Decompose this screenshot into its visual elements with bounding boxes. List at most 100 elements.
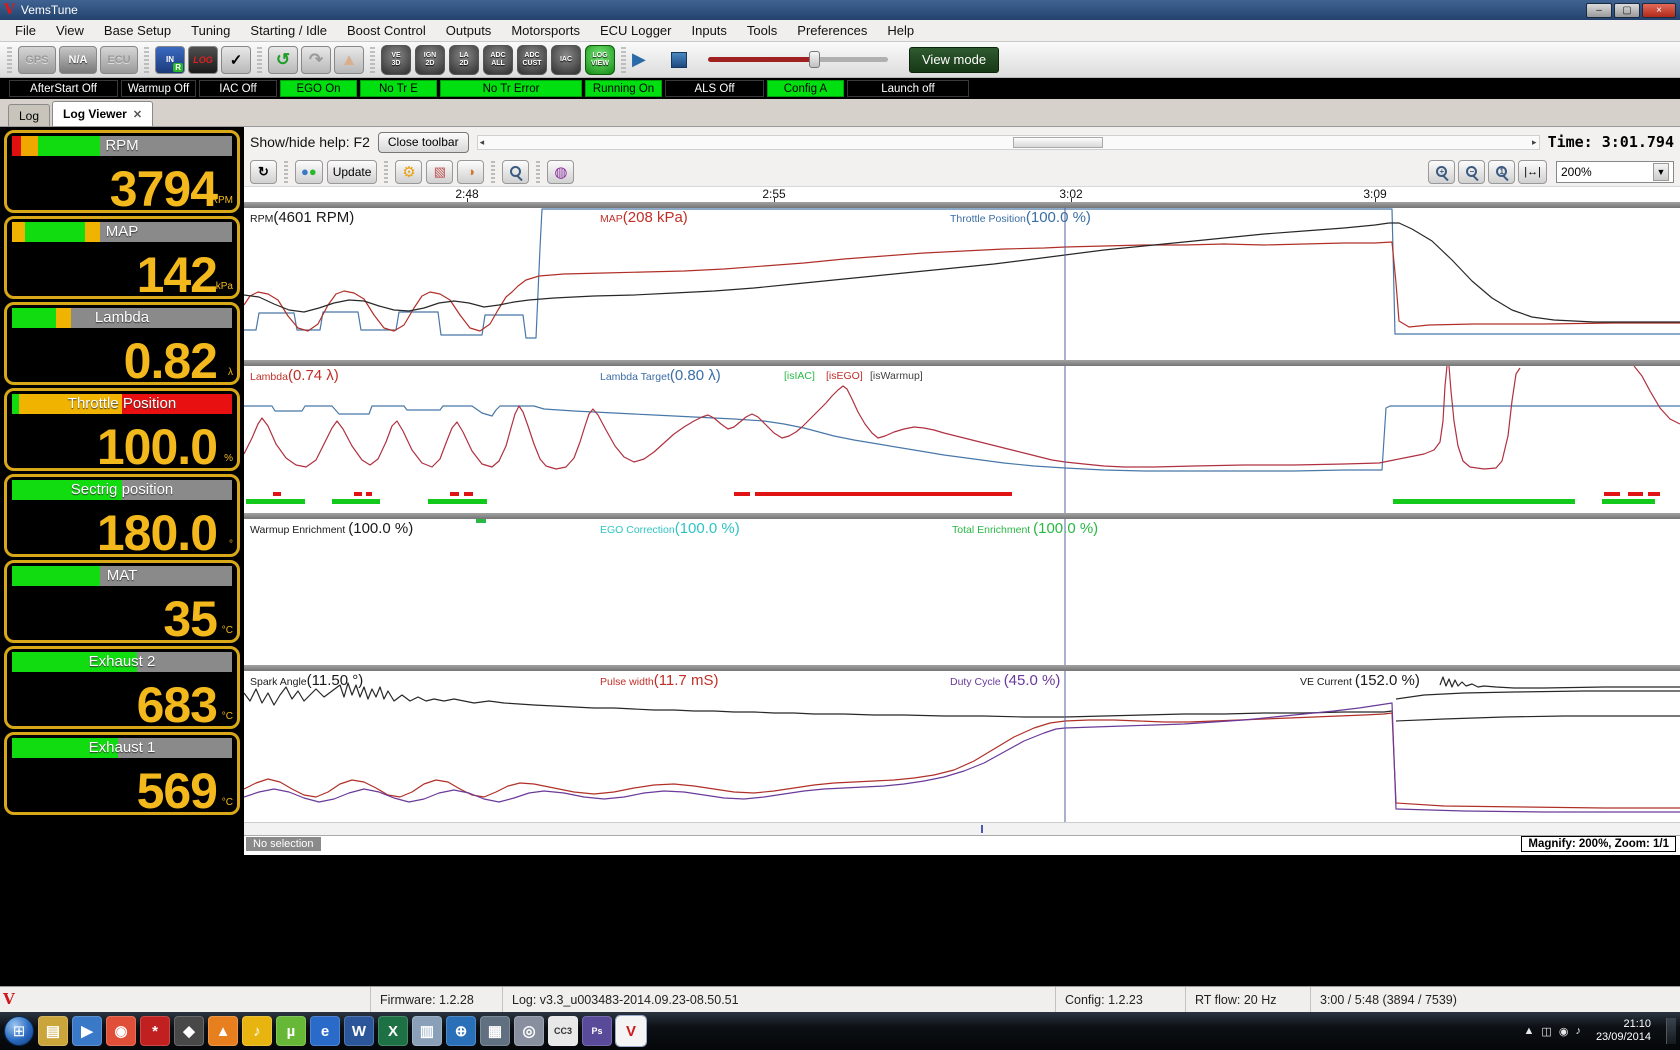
vems-logo-icon: V bbox=[4, 2, 15, 18]
menu-item-motorsports[interactable]: Motorsports bbox=[502, 21, 589, 40]
excel-icon[interactable]: X bbox=[378, 1016, 408, 1046]
ccc-icon[interactable]: CC3 bbox=[548, 1016, 578, 1046]
zoom-reset-button[interactable]: 1 bbox=[1488, 160, 1515, 184]
chart-panel-1[interactable]: RPM(4601 RPM)MAP(208 kPa)Throttle Positi… bbox=[244, 208, 1680, 360]
palette-button[interactable]: ◑ bbox=[457, 160, 484, 184]
media-player-icon[interactable]: ▶ bbox=[72, 1016, 102, 1046]
menu-item-ecu-logger[interactable]: ECU Logger bbox=[591, 21, 681, 40]
menu-item-boost-control[interactable]: Boost Control bbox=[338, 21, 435, 40]
knob-adc-cust[interactable]: ADCCUST bbox=[517, 45, 547, 75]
status-afterstart-off[interactable]: AfterStart Off bbox=[9, 80, 118, 97]
menu-item-preferences[interactable]: Preferences bbox=[788, 21, 876, 40]
vemstune-window: V VemsTune – ▢ × FileViewBase SetupTunin… bbox=[0, 0, 1680, 1050]
scroll-right-icon[interactable]: ▸ bbox=[1532, 137, 1537, 148]
knob-adc-all[interactable]: ADCALL bbox=[483, 45, 513, 75]
zoom-out-button[interactable]: − bbox=[1458, 160, 1485, 184]
tray-window-icon[interactable]: ◫ bbox=[1541, 1025, 1551, 1038]
menu-item-tuning[interactable]: Tuning bbox=[182, 21, 239, 40]
title-bar[interactable]: V VemsTune – ▢ × bbox=[0, 0, 1680, 20]
status-ego-on[interactable]: EGO On bbox=[280, 80, 357, 97]
input-reader-icon[interactable]: INR bbox=[155, 46, 185, 74]
download-button[interactable]: ◍ bbox=[547, 160, 574, 184]
close-button[interactable]: × bbox=[1642, 3, 1676, 18]
browser-e-icon[interactable]: e bbox=[310, 1016, 340, 1046]
menu-item-starting-idle[interactable]: Starting / Idle bbox=[241, 21, 336, 40]
taskbar-clock[interactable]: 21:10 23/09/2014 bbox=[1596, 1018, 1651, 1044]
check-icon[interactable]: ✓ bbox=[221, 46, 251, 74]
chart-panel-2[interactable]: Lambda(0.74 λ)Lambda Target(0.80 λ)[isIA… bbox=[244, 366, 1680, 513]
wot-icon[interactable]: ◆ bbox=[174, 1016, 204, 1046]
menu-item-inputs[interactable]: Inputs bbox=[683, 21, 736, 40]
status-iac-off[interactable]: IAC Off bbox=[199, 80, 277, 97]
play-button[interactable]: ▶ bbox=[632, 49, 660, 70]
tray-volume-icon[interactable]: ♪ bbox=[1575, 1025, 1581, 1037]
show-desktop-button[interactable] bbox=[1666, 1018, 1676, 1044]
start-button[interactable]: ⊞ bbox=[4, 1016, 34, 1046]
chart-panel-4[interactable]: Spark Angle(11.50 °)Pulse width(11.7 mS)… bbox=[244, 671, 1680, 822]
toolbar-button-n-a[interactable]: N/A bbox=[59, 46, 97, 74]
menu-item-file[interactable]: File bbox=[6, 21, 45, 40]
knob-log-view[interactable]: LOGVIEW bbox=[585, 45, 615, 75]
reload-icon[interactable]: ↺ bbox=[268, 46, 298, 74]
status-no-tr-e[interactable]: No Tr E bbox=[360, 80, 437, 97]
trace-label-pulse-width: Pulse width(11.7 mS) bbox=[600, 672, 718, 689]
zoom-in-button[interactable]: + bbox=[1428, 160, 1455, 184]
main-area: RPM3794RPMMAP142kPaLambda0.82λThrottle P… bbox=[0, 127, 1680, 986]
status-launch-off[interactable]: Launch off bbox=[847, 80, 969, 97]
vemstune-icon[interactable]: V bbox=[616, 1016, 646, 1046]
tray-network-icon[interactable]: ◉ bbox=[1559, 1025, 1569, 1038]
update-button[interactable]: Update bbox=[327, 160, 378, 184]
horizontal-scrollbar[interactable]: ◂ ▸ bbox=[477, 135, 1540, 150]
gauge-unit: ° bbox=[229, 539, 233, 550]
status-config-a[interactable]: Config A bbox=[767, 80, 844, 97]
explorer-icon[interactable]: ▤ bbox=[38, 1016, 68, 1046]
close-toolbar-button[interactable]: Close toolbar bbox=[378, 132, 469, 153]
zoom-fit-button[interactable]: |↔| bbox=[1518, 160, 1547, 184]
moviemaker-icon[interactable]: ▥ bbox=[412, 1016, 442, 1046]
settings-button[interactable]: ⚙ bbox=[395, 160, 422, 184]
slider-thumb[interactable] bbox=[809, 51, 820, 68]
view-mode-button[interactable]: View mode bbox=[909, 47, 999, 73]
log-icon[interactable]: LOG bbox=[188, 46, 218, 74]
vlc-icon[interactable]: ▲ bbox=[208, 1016, 238, 1046]
status-als-off[interactable]: ALS Off bbox=[665, 80, 764, 97]
chart-edit-button[interactable]: ▧ bbox=[426, 160, 453, 184]
scroll-left-icon[interactable]: ◂ bbox=[480, 137, 485, 148]
search-button[interactable] bbox=[502, 160, 529, 184]
zoom-level-select[interactable]: 200% ▼ bbox=[1556, 161, 1674, 183]
knob-ve-3d[interactable]: VE3D bbox=[381, 45, 411, 75]
selection-strip[interactable] bbox=[244, 822, 1680, 836]
menu-item-help[interactable]: Help bbox=[878, 21, 923, 40]
utorrent-icon[interactable]: µ bbox=[276, 1016, 306, 1046]
menu-item-outputs[interactable]: Outputs bbox=[437, 21, 501, 40]
tab-close-icon[interactable]: ✕ bbox=[133, 108, 142, 121]
knob-iac[interactable]: IAC bbox=[551, 45, 581, 75]
status-running-on[interactable]: Running On bbox=[585, 80, 662, 97]
maximize-button[interactable]: ▢ bbox=[1614, 3, 1640, 18]
tray-chevron-icon[interactable]: ▲ bbox=[1524, 1025, 1535, 1037]
status-warmup-off[interactable]: Warmup Off bbox=[121, 80, 196, 97]
chart-panel-3[interactable]: Warmup Enrichment (100.0 %)EGO Correctio… bbox=[244, 519, 1680, 665]
stop-button[interactable] bbox=[671, 52, 687, 68]
users-button[interactable]: ●● bbox=[295, 160, 323, 184]
photoshop-icon[interactable]: Ps bbox=[582, 1016, 612, 1046]
knob-ign-2d[interactable]: IGN2D bbox=[415, 45, 445, 75]
word-icon[interactable]: W bbox=[344, 1016, 374, 1046]
tab-log-viewer[interactable]: Log Viewer✕ bbox=[52, 101, 153, 126]
globe-icon[interactable]: ⊕ bbox=[446, 1016, 476, 1046]
scrollbar-thumb[interactable] bbox=[1013, 137, 1103, 148]
calculator-icon[interactable]: ▦ bbox=[480, 1016, 510, 1046]
menu-item-tools[interactable]: Tools bbox=[738, 21, 786, 40]
playback-slider[interactable] bbox=[708, 57, 888, 62]
chrome-icon[interactable]: ◉ bbox=[106, 1016, 136, 1046]
menu-item-view[interactable]: View bbox=[47, 21, 93, 40]
winamp-icon[interactable]: ♪ bbox=[242, 1016, 272, 1046]
minimize-button[interactable]: – bbox=[1586, 3, 1612, 18]
menu-item-base-setup[interactable]: Base Setup bbox=[95, 21, 180, 40]
knob-la-2d[interactable]: LA2D bbox=[449, 45, 479, 75]
refresh-button[interactable]: ↻ bbox=[250, 160, 277, 184]
starburst-icon[interactable]: * bbox=[140, 1016, 170, 1046]
search-app-icon[interactable]: ◎ bbox=[514, 1016, 544, 1046]
status-no-tr-error[interactable]: No Tr Error bbox=[440, 80, 582, 97]
tab-log[interactable]: Log bbox=[8, 104, 50, 126]
